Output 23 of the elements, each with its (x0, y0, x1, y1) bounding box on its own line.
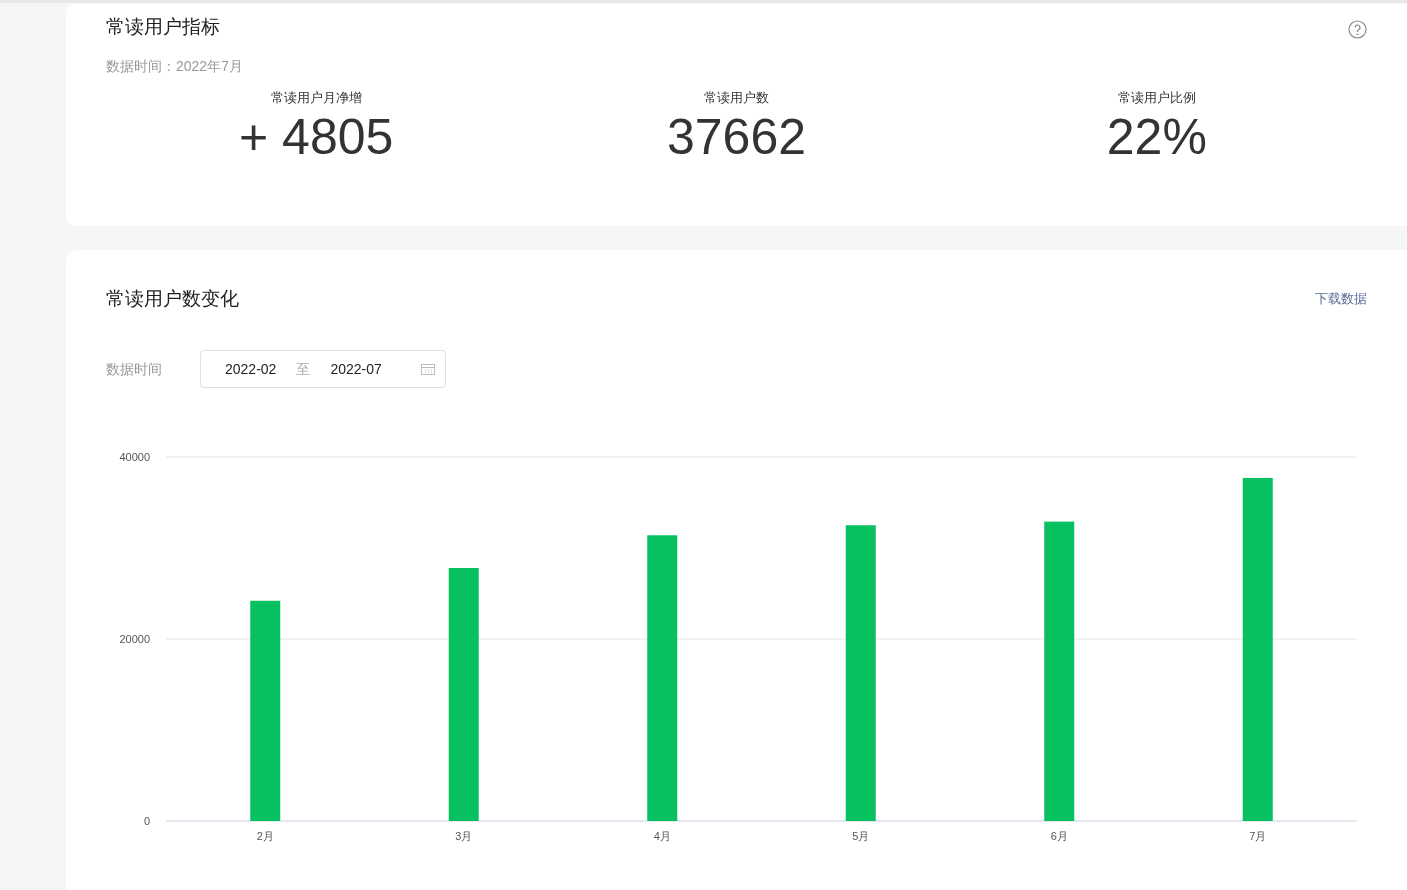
metric-value: 37662 (666, 107, 806, 166)
axis-tick-label: 0 (143, 815, 150, 827)
field-label: 数据时间 (106, 359, 163, 379)
help-icon[interactable] (1348, 20, 1367, 39)
metric-value: + 4805 (239, 107, 394, 166)
axis-tick-label: 2月 (256, 830, 274, 842)
axis-tick-label: 7月 (1249, 830, 1267, 842)
axis-tick-label: 40000 (119, 451, 150, 463)
axis-tick-label: 5月 (852, 830, 870, 842)
card-title: 常读用户指标 (106, 15, 220, 39)
date-range-field[interactable]: 2022-02 至 2022-07 (200, 350, 446, 388)
card-title: 常读用户数变化 (106, 287, 239, 311)
axis-tick-label: 20000 (119, 633, 150, 645)
axis-tick-label: 3月 (455, 830, 473, 842)
axis-tick-label: 4月 (653, 830, 671, 842)
data-time-text: 数据时间：2022年7月 (106, 57, 244, 76)
metric-label: 常读用户数 (704, 89, 769, 107)
metric-label: 常读用户比例 (1117, 89, 1196, 107)
metric-label: 常读用户月净增 (270, 89, 362, 107)
calendar-icon (421, 363, 435, 375)
download-link[interactable]: 下载数据 (1315, 289, 1367, 309)
metric-value: 22% (1106, 107, 1207, 166)
axis-tick-label: 6月 (1050, 830, 1068, 842)
